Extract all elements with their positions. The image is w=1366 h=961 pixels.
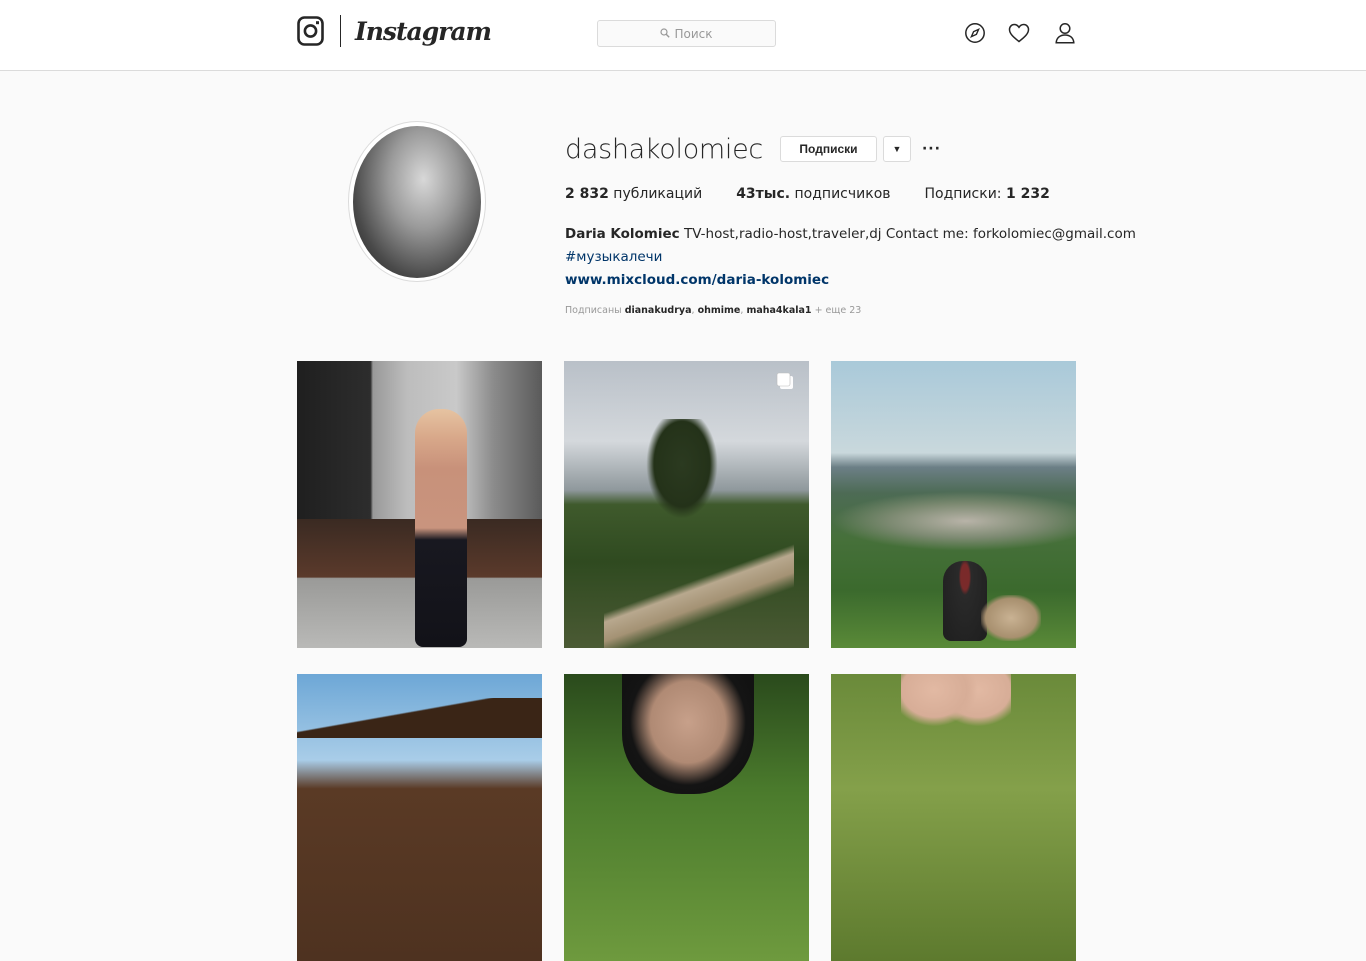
profile-bio: Daria Kolomiec TV-host,radio-host,travel… (565, 223, 1165, 292)
posts-label: публикаций (613, 186, 703, 202)
followed-by-user[interactable]: dianakudrya (625, 305, 692, 316)
posts-count: 2 832 (565, 186, 609, 202)
profile-avatar[interactable] (348, 121, 486, 282)
post-thumbnail[interactable] (564, 361, 809, 648)
post-thumbnail[interactable] (297, 361, 542, 648)
instagram-home-link[interactable]: Instagram (297, 14, 492, 48)
following-count: 1 232 (1005, 186, 1050, 202)
followers-stat[interactable]: 43тыс. подписчиков (736, 186, 890, 202)
followers-label: подписчиков (794, 186, 891, 202)
profile-title-row: dashakolomiec Подписки ▼ ··· (565, 132, 1165, 166)
carousel-multiple-icon (775, 371, 795, 391)
followed-by-prefix: Подписаны (565, 305, 622, 316)
instagram-wordmark: Instagram (355, 16, 492, 46)
suggestions-dropdown-button[interactable]: ▼ (882, 136, 911, 162)
post-thumbnail[interactable] (297, 674, 542, 961)
bio-website-link[interactable]: www.mixcloud.com/daria-kolomiec (565, 269, 1165, 292)
avatar-image (353, 125, 481, 278)
followed-by-line[interactable]: Подписаны dianakudrya, ohmime, maha4kala… (565, 305, 1165, 316)
post-thumbnail[interactable] (564, 674, 809, 961)
instagram-camera-icon (297, 15, 325, 47)
followers-count: 43тыс. (736, 186, 791, 202)
nav-icon-group (962, 20, 1078, 46)
bio-text: TV-host,radio-host,traveler,dj Contact m… (683, 226, 1136, 242)
following-label: Подписки: (924, 186, 1002, 202)
following-button[interactable]: Подписки (779, 136, 877, 162)
followed-by-user[interactable]: ohmime (698, 305, 741, 316)
brand-divider (340, 15, 341, 47)
profile-username: dashakolomiec (565, 133, 763, 165)
search-icon (660, 27, 671, 41)
profile-info: dashakolomiec Подписки ▼ ··· 2 832 публи… (565, 132, 1165, 317)
following-stat[interactable]: Подписки: 1 232 (925, 186, 1050, 202)
explore-compass-icon[interactable] (962, 20, 988, 46)
followed-by-more[interactable]: + еще 23 (815, 305, 862, 316)
profile-full-name: Daria Kolomiec (565, 226, 680, 242)
profile-person-icon[interactable] (1052, 20, 1078, 46)
bio-hashtag-link[interactable]: #музыкалечи (565, 246, 1165, 269)
more-options-icon[interactable]: ··· (922, 141, 941, 157)
heart-icon[interactable] (1006, 20, 1032, 46)
search-input[interactable]: Поиск (597, 20, 776, 47)
followed-by-user[interactable]: maha4kala1 (746, 305, 811, 316)
profile-stats: 2 832 публикаций 43тыс. подписчиков Подп… (565, 186, 1165, 202)
posts-stat: 2 832 публикаций (565, 186, 702, 202)
top-navigation-bar: Instagram Поиск (0, 0, 1366, 71)
post-thumbnail[interactable] (831, 361, 1076, 648)
post-thumbnail[interactable] (831, 674, 1076, 961)
search-placeholder: Поиск (674, 26, 713, 41)
